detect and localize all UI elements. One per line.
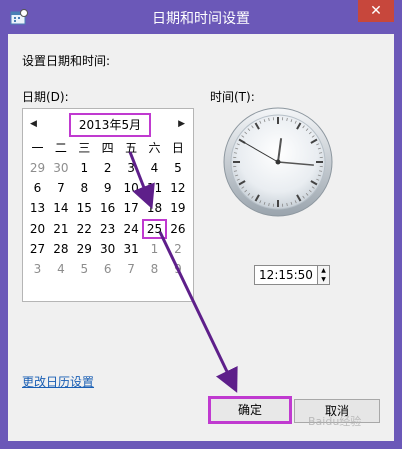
calendar-day[interactable]: 24 [120,220,143,238]
change-calendar-settings-link[interactable]: 更改日历设置 [22,373,94,390]
weekday-label: 四 [101,141,114,155]
calendar-day[interactable]: 17 [120,199,143,217]
weekday-label: 五 [125,141,138,155]
calendar-day[interactable]: 7 [49,179,72,197]
calendar-day[interactable]: 5 [73,260,96,278]
calendar-weekday-header: 一二三四五六日 [26,139,190,155]
calendar-day[interactable]: 3 [26,260,49,278]
calendar-day[interactable]: 27 [26,240,49,258]
calendar-day[interactable]: 30 [96,240,119,258]
calendar-day[interactable]: 6 [96,260,119,278]
calendar-day[interactable]: 14 [49,199,72,217]
calendar-day[interactable]: 30 [49,159,72,177]
prev-month-icon[interactable]: ◀ [30,119,37,129]
calendar-day[interactable]: 6 [26,179,49,197]
calendar-day[interactable]: 9 [96,179,119,197]
spin-down-icon[interactable]: ▼ [318,275,329,284]
calendar-day[interactable]: 22 [73,220,96,238]
calendar-day[interactable]: 9 [166,260,189,278]
calendar-day[interactable]: 18 [143,199,166,217]
calendar-day[interactable]: 20 [26,220,49,238]
calendar-day[interactable]: 7 [120,260,143,278]
calendar-day[interactable]: 16 [96,199,119,217]
calendar-day[interactable]: 31 [120,240,143,258]
window-title: 日期和时间设置 [152,11,250,27]
analog-clock [223,107,333,217]
calendar-day[interactable]: 11 [143,179,166,197]
weekday-label: 日 [171,141,184,155]
weekday-label: 一 [31,141,44,155]
close-button[interactable]: ✕ [358,0,394,22]
calendar-day[interactable]: 25 [142,218,167,239]
calendar-day[interactable]: 19 [166,199,189,217]
calendar-day[interactable]: 23 [96,220,119,238]
weekday-label: 二 [54,141,67,155]
calendar-day[interactable]: 21 [49,220,72,238]
calendar-day[interactable]: 12 [166,179,189,197]
time-spinner[interactable]: ▲ ▼ [317,265,330,285]
calendar-day[interactable]: 4 [49,260,72,278]
clock-center [275,159,281,165]
calendar-day[interactable]: 1 [143,240,166,258]
calendar-day[interactable]: 29 [26,159,49,177]
calendar-day[interactable]: 26 [166,220,189,238]
calendar: ◀ 2013年5月 ▶ 一二三四五六日 29 30 1 2 3 4 5 6 7 8 9 10 11 12 1… [22,108,194,302]
calendar-day[interactable]: 2 [166,240,189,258]
ok-button[interactable]: 确定 [208,396,292,424]
calendar-day[interactable]: 3 [120,159,143,177]
calendar-day[interactable]: 29 [73,240,96,258]
watermark: Baidu经验 [308,415,362,428]
calendar-day[interactable]: 13 [26,199,49,217]
calendar-month-header[interactable]: 2013年5月 [69,113,151,137]
date-label: 日期(D): [22,90,69,104]
calendar-day[interactable]: 8 [73,179,96,197]
calendar-day[interactable]: 4 [143,159,166,177]
title-bar[interactable]: 日期和时间设置 ✕ [0,0,402,34]
calendar-day[interactable]: 8 [143,260,166,278]
calendar-day[interactable]: 15 [73,199,96,217]
calendar-day[interactable]: 10 [120,179,143,197]
weekday-label: 六 [148,141,161,155]
calendar-day[interactable]: 2 [96,159,119,177]
calendar-day[interactable]: 5 [166,159,189,177]
time-input[interactable]: 12:15:50 [254,265,318,285]
next-month-icon[interactable]: ▶ [178,119,185,129]
spin-up-icon[interactable]: ▲ [318,266,329,275]
calendar-day[interactable]: 28 [49,240,72,258]
calendar-day[interactable]: 1 [73,159,96,177]
time-label: 时间(T): [210,90,255,104]
weekday-label: 三 [78,141,91,155]
section-label: 设置日期和时间: [22,54,111,68]
close-icon: ✕ [370,3,382,19]
